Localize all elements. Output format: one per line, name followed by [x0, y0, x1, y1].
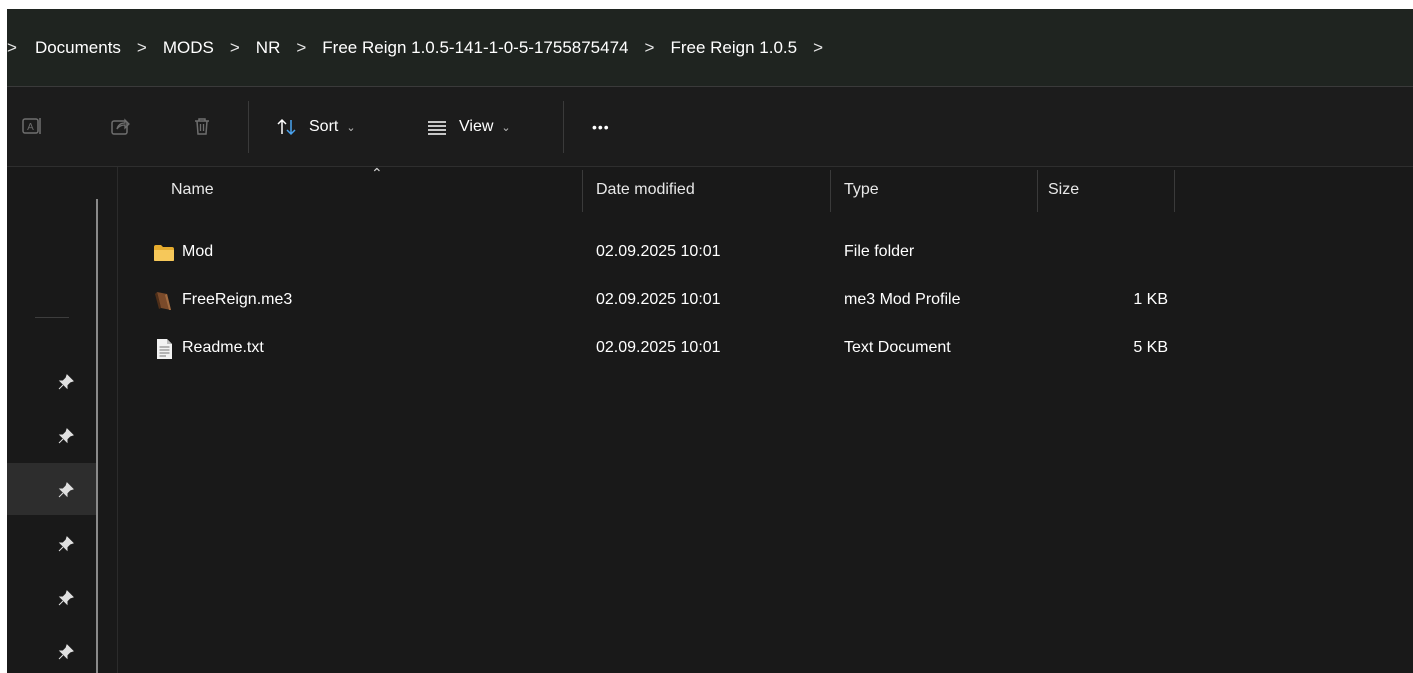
- nav-pinned-item[interactable]: [7, 409, 96, 461]
- sort-label: Sort: [309, 118, 339, 135]
- column-divider[interactable]: [1174, 170, 1175, 212]
- file-name: Mod: [182, 243, 214, 260]
- file-size: 1 KB: [1133, 291, 1168, 308]
- view-list-icon: [428, 121, 446, 135]
- pin-icon: [58, 644, 74, 660]
- pin-icon: [58, 590, 74, 606]
- file-size: 5 KB: [1133, 339, 1168, 356]
- file-list: ⌃ Name Date modified Type Size Mod 02.09…: [118, 165, 1413, 673]
- breadcrumb-separator[interactable]: >: [230, 38, 240, 58]
- chevron-down-icon: ⌄: [346, 121, 356, 134]
- nav-pinned-item[interactable]: [7, 625, 96, 673]
- view-button[interactable]: View ⌄: [425, 113, 511, 141]
- file-date-modified: 02.09.2025 10:01: [596, 243, 721, 260]
- nav-pinned-item[interactable]: [7, 517, 96, 569]
- pin-icon: [58, 374, 74, 390]
- rename-icon[interactable]: A: [20, 114, 44, 138]
- file-date-modified: 02.09.2025 10:01: [596, 291, 721, 308]
- breadcrumb-overflow-chevron[interactable]: >: [7, 38, 17, 58]
- breadcrumb-item-free-reign[interactable]: Free Reign 1.0.5: [670, 38, 797, 58]
- pin-icon: [58, 482, 74, 498]
- svg-text:A: A: [27, 122, 34, 133]
- nav-pinned-item[interactable]: [7, 571, 96, 623]
- breadcrumb: > Documents > MODS > NR > Free Reign 1.0…: [7, 9, 1413, 87]
- sort-ascending-icon: ⌃: [371, 165, 383, 181]
- file-type: Text Document: [844, 339, 951, 356]
- pin-icon: [58, 428, 74, 444]
- column-header-name[interactable]: Name: [171, 181, 214, 199]
- nav-pinned-item-selected[interactable]: [7, 463, 96, 515]
- sort-button[interactable]: Sort ⌄: [275, 113, 356, 141]
- chevron-down-icon: ⌄: [501, 121, 511, 134]
- breadcrumb-item-mods[interactable]: MODS: [163, 38, 214, 58]
- file-name: FreeReign.me3: [182, 291, 293, 308]
- nav-scrollbar[interactable]: [96, 199, 98, 673]
- breadcrumb-item-free-reign-archive[interactable]: Free Reign 1.0.5-141-1-0-5-1755875474: [322, 38, 628, 58]
- file-row[interactable]: Readme.txt 02.09.2025 10:01 Text Documen…: [118, 325, 1218, 373]
- share-icon[interactable]: [108, 114, 132, 138]
- nav-divider: [35, 317, 69, 318]
- file-type: me3 Mod Profile: [844, 291, 961, 308]
- view-label: View: [459, 118, 494, 135]
- column-header-date-modified[interactable]: Date modified: [596, 181, 695, 199]
- breadcrumb-item-documents[interactable]: Documents: [35, 38, 121, 58]
- more-options-icon: •••: [592, 119, 610, 135]
- file-explorer-window: > Documents > MODS > NR > Free Reign 1.0…: [7, 9, 1413, 673]
- breadcrumb-separator[interactable]: >: [137, 38, 147, 58]
- breadcrumb-separator[interactable]: >: [296, 38, 306, 58]
- mod-profile-icon: [155, 292, 171, 310]
- command-bar: A Sort ⌄ View ⌄ •••: [7, 87, 1413, 167]
- column-header-size[interactable]: Size: [1048, 181, 1079, 199]
- breadcrumb-item-nr[interactable]: NR: [256, 38, 281, 58]
- column-divider[interactable]: [1037, 170, 1038, 212]
- more-options-button[interactable]: •••: [592, 113, 610, 141]
- sort-icon: [277, 118, 296, 136]
- toolbar-divider: [248, 101, 249, 153]
- folder-icon: [154, 245, 174, 261]
- column-header-type[interactable]: Type: [844, 181, 879, 199]
- file-type: File folder: [844, 243, 915, 260]
- delete-icon[interactable]: [190, 114, 214, 138]
- nav-pinned-item[interactable]: [7, 355, 96, 407]
- file-row[interactable]: Mod 02.09.2025 10:01 File folder: [118, 229, 1218, 277]
- breadcrumb-separator[interactable]: >: [645, 38, 655, 58]
- text-document-icon: [157, 339, 172, 359]
- file-row[interactable]: FreeReign.me3 02.09.2025 10:01 me3 Mod P…: [118, 277, 1218, 325]
- column-header-row: ⌃ Name Date modified Type Size: [118, 165, 1413, 213]
- pin-icon: [58, 536, 74, 552]
- column-divider[interactable]: [830, 170, 831, 212]
- column-divider[interactable]: [582, 170, 583, 212]
- breadcrumb-separator[interactable]: >: [813, 38, 823, 58]
- file-name: Readme.txt: [182, 339, 264, 356]
- toolbar-divider: [563, 101, 564, 153]
- navigation-pane: [7, 167, 117, 673]
- file-date-modified: 02.09.2025 10:01: [596, 339, 721, 356]
